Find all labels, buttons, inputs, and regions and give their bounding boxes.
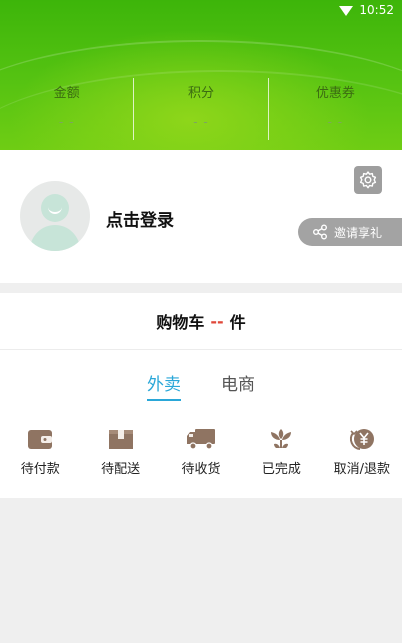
cart-summary[interactable]: 购物车 -- 件 — [0, 293, 402, 350]
order-status-row: 待付款 待配送 待收货 已完成 取消/退款 — [0, 426, 402, 477]
settings-button[interactable] — [354, 166, 382, 194]
orders-section: 外卖 电商 待付款 待配送 待收货 已完成 取消/退款 — [0, 350, 402, 498]
stat-label: 优惠券 — [315, 86, 355, 101]
flower-icon — [271, 429, 292, 448]
order-pending-payment[interactable]: 待付款 — [0, 426, 80, 477]
gear-icon — [359, 171, 377, 189]
stat-label: 积分 — [187, 86, 214, 101]
profile-card: 点击登录 邀请享礼 — [0, 150, 402, 283]
package-icon — [108, 430, 133, 449]
stat-value: - - — [327, 115, 344, 129]
header-banner: 10:52 金额 - - 积分 - - 优惠券 - - — [0, 0, 402, 150]
avatar-body — [30, 225, 80, 251]
cart-label: 购物车 — [156, 313, 205, 332]
account-stats: 金额 - - 积分 - - 优惠券 - - — [0, 78, 402, 140]
truck-icon — [186, 429, 215, 450]
avatar[interactable] — [20, 181, 90, 251]
order-label: 已完成 — [261, 462, 301, 477]
wifi-icon — [339, 6, 354, 16]
cart-count: -- — [210, 311, 224, 331]
invite-button[interactable]: 邀请享礼 — [298, 218, 402, 246]
status-bar: 10:52 — [339, 2, 394, 18]
cart-unit: 件 — [229, 313, 246, 332]
wallet-icon — [28, 430, 53, 449]
status-time: 10:52 — [359, 3, 394, 17]
tab-ecommerce[interactable]: 电商 — [221, 370, 255, 401]
stat-points[interactable]: 积分 - - — [134, 78, 267, 140]
order-tabs: 外卖 电商 — [0, 370, 402, 401]
order-label: 待配送 — [101, 462, 141, 477]
invite-label: 邀请享礼 — [334, 225, 383, 240]
stat-value: - - — [193, 115, 209, 129]
refund-yen-icon — [349, 429, 374, 450]
order-label: 待付款 — [20, 462, 60, 477]
share-icon — [313, 224, 327, 240]
stat-balance[interactable]: 金额 - - — [0, 78, 133, 140]
stat-coupons[interactable]: 优惠券 - - — [269, 78, 402, 140]
order-label: 取消/退款 — [333, 462, 390, 477]
tab-takeout[interactable]: 外卖 — [147, 370, 181, 401]
order-pending-delivery[interactable]: 待配送 — [80, 426, 160, 477]
order-pending-receipt[interactable]: 待收货 — [161, 426, 241, 477]
stat-value: - - — [58, 115, 75, 129]
stat-label: 金额 — [53, 86, 80, 101]
order-refund[interactable]: 取消/退款 — [322, 426, 402, 477]
order-completed[interactable]: 已完成 — [241, 426, 321, 477]
order-label: 待收货 — [181, 462, 221, 477]
login-link[interactable]: 点击登录 — [106, 206, 174, 231]
